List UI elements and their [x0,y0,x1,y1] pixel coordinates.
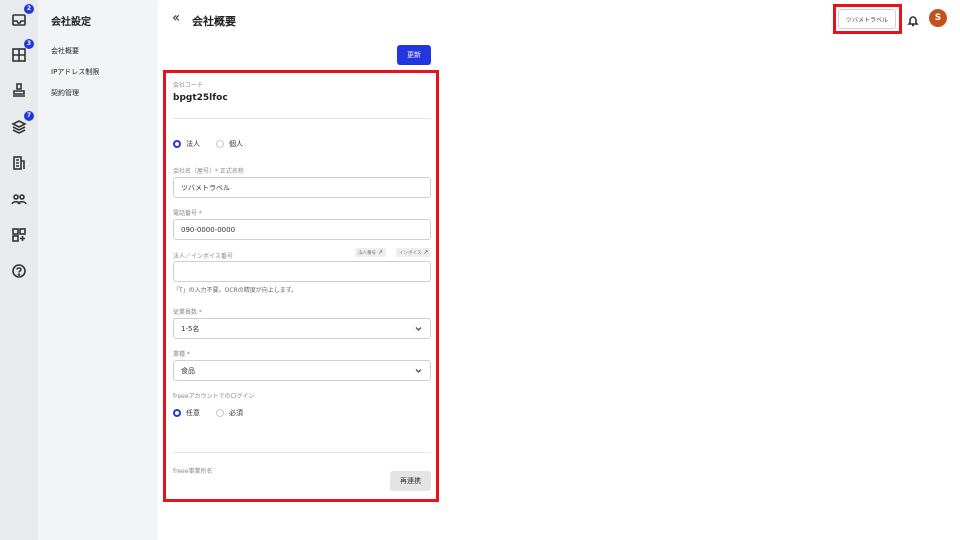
update-button[interactable]: 更新 [397,45,431,65]
icon-rail: 2 3 7 [0,0,38,540]
layers-icon[interactable]: 7 [9,111,34,137]
divider [173,118,431,119]
phone-input[interactable]: 090-0000-0000 [173,219,431,240]
avatar[interactable]: S [929,9,947,27]
layers-badge: 7 [24,111,34,121]
external-link-icon: ↗ [378,249,384,256]
radio-optional-label: 任意 [186,409,200,417]
inbox-icon[interactable]: 2 [9,4,34,30]
freee-office-label: freee事業所名 [173,468,213,475]
chevron-down-icon [415,325,422,332]
radio-individual[interactable]: 個人 [216,139,243,149]
bell-icon[interactable] [907,12,919,27]
subnav-item-contract[interactable]: 契約管理 [51,88,79,98]
building-icon[interactable] [9,153,29,173]
corporate-number-link-label: 法人番号 [358,250,376,256]
stamp-icon[interactable] [9,80,29,100]
invoice-lookup-link[interactable]: インボイス ↗ [396,248,432,257]
employees-select-value: 1-5名 [181,324,200,333]
phone-label: 電話番号 * [173,210,202,217]
company-name-label: 会社名（屋号）* 正式名称 [173,168,244,175]
users-icon[interactable] [9,189,29,209]
radio-required[interactable]: 必須 [216,408,243,418]
industry-select-value: 食品 [181,366,195,375]
chevron-down-icon [415,367,422,374]
employees-select[interactable]: 1-5名 [173,318,431,339]
grid-badge: 3 [24,39,34,49]
company-code-value: bpgt25lfoc [173,93,228,103]
invoice-hint: 「T」の入力不要。OCRの精度が向上します。 [173,287,298,294]
industry-label: 業種 * [173,351,190,358]
invoice-label: 法人／インボイス番号 [173,253,233,260]
industry-select[interactable]: 食品 [173,360,431,381]
page-title: 会社概要 [192,15,236,28]
subnav-item-ip-restriction[interactable]: IPアドレス制限 [51,67,99,77]
subnav-item-company-overview[interactable]: 会社概要 [51,46,79,56]
invoice-lookup-link-label: インボイス [399,250,422,256]
divider [173,452,431,453]
company-code-label: 会社コード [173,82,204,89]
apps-add-icon[interactable] [9,225,29,245]
radio-corporate[interactable]: 法人 [173,139,200,149]
freee-login-label: freeeアカウントでのログイン [173,393,255,400]
radio-individual-label: 個人 [229,140,243,148]
subnav-title: 会社設定 [51,17,91,28]
company-name-input[interactable]: ツバメトラベル [173,177,431,198]
help-icon[interactable] [9,261,29,281]
double-chevron-left-icon[interactable]: ‹‹ [172,10,180,26]
settings-subnav: 会社設定 会社概要 IPアドレス制限 契約管理 [38,0,158,540]
radio-dot-selected[interactable] [173,140,181,148]
grid-plus-icon[interactable]: 3 [9,39,34,65]
radio-optional[interactable]: 任意 [173,408,200,418]
invoice-number-input[interactable] [173,261,431,282]
corporate-number-link[interactable]: 法人番号 ↗ [355,248,387,257]
tenant-switch-button[interactable]: ツバメトラベル [838,9,896,29]
relink-button[interactable]: 再連携 [390,471,431,491]
radio-dot[interactable] [216,140,224,148]
employees-label: 従業員数 * [173,309,202,316]
radio-corporate-label: 法人 [186,140,200,148]
main-panel: ‹‹ 会社概要 ツバメトラベル S 更新 会社コード bpgt25lfoc 法人… [158,0,960,540]
radio-dot-selected[interactable] [173,409,181,417]
radio-required-label: 必須 [229,409,243,417]
radio-dot[interactable] [216,409,224,417]
external-link-icon: ↗ [423,249,429,256]
inbox-badge: 2 [24,4,34,14]
